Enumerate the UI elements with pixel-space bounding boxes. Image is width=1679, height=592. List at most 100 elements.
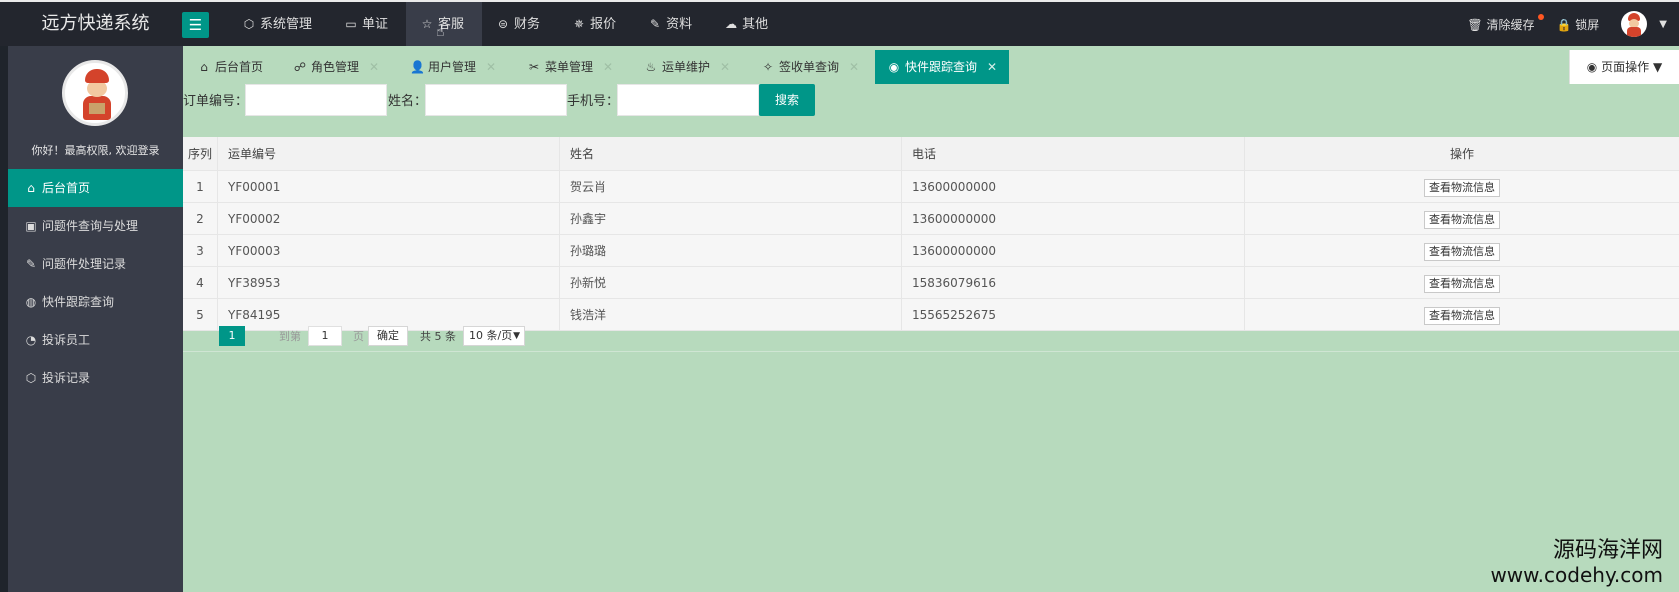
hamburger-icon: ☰: [188, 16, 203, 34]
close-icon[interactable]: ✕: [369, 60, 379, 74]
clear-cache-label: 清除缓存: [1486, 17, 1535, 32]
app-title: 远方快递系统: [41, 13, 150, 34]
notification-dot: [1537, 13, 1544, 20]
sidebar-item-problem-records[interactable]: ✎ 问题件处理记录: [8, 245, 183, 283]
cell-waybill: YF00003: [218, 235, 560, 266]
view-logistics-button[interactable]: 查看物流信息: [1424, 274, 1500, 293]
topnav-item-other[interactable]: ☁ 其他: [710, 2, 786, 46]
sidebar-item-complain-staff[interactable]: ◔ 投诉员工: [8, 321, 183, 359]
tab-label: 菜单管理: [545, 60, 594, 74]
top-nav: ⬡ 系统管理 ▭ 单证 ☆ 客服 ⊜ 财务 ✵ 报价 ✎ 资料 ☁ 其他: [228, 2, 786, 46]
tab-label: 签收单查询: [779, 60, 840, 74]
page-size-value: 10 条/页: [469, 329, 513, 342]
goto-suffix: 页: [353, 330, 364, 343]
cell-name: 孙新悦: [560, 267, 902, 298]
tab-waybill[interactable]: ♨ 运单维护 ✕: [644, 50, 730, 84]
tab-users[interactable]: 👤 用户管理 ✕: [410, 50, 496, 84]
phone-input[interactable]: [617, 84, 759, 116]
close-icon[interactable]: ✕: [486, 60, 496, 74]
table-row: 1 YF00001 贺云肖 13600000000 查看物流信息: [183, 171, 1679, 203]
top-bar: 远方快递系统 ☰ ⬡ 系统管理 ▭ 单证 ☆ 客服 ⊜ 财务 ✵ 报价 ✎ 资料 ☁ 其他 ☝…: [0, 0, 1679, 46]
book-icon: ▭: [345, 17, 357, 31]
view-logistics-button[interactable]: 查看物流信息: [1424, 242, 1500, 261]
cell-waybill: YF38953: [218, 267, 560, 298]
topnav-item-quote[interactable]: ✵ 报价: [558, 2, 634, 46]
side-menu: ⌂ 后台首页 ▣ 问题件查询与处理 ✎ 问题件处理记录 ◍ 快件跟踪查询 ◔ 投诉员工 ⬡…: [8, 169, 183, 397]
cell-phone: 15836079616: [902, 267, 1245, 298]
topnav-item-system[interactable]: ⬡ 系统管理: [228, 2, 330, 46]
page-size-select[interactable]: 10 条/页 ▼: [463, 326, 525, 346]
table-row: 2 YF00002 孙鑫宇 13600000000 查看物流信息: [183, 203, 1679, 235]
fire-icon: ♨: [645, 60, 657, 74]
search-button[interactable]: 搜索: [759, 84, 815, 116]
close-icon[interactable]: ✕: [849, 60, 859, 74]
globe-icon: ◍: [25, 295, 37, 309]
sidebar-item-label: 后台首页: [42, 181, 91, 195]
column-header-name: 姓名: [560, 137, 902, 170]
column-header-phone: 电话: [902, 137, 1245, 170]
cell-waybill: YF00001: [218, 171, 560, 202]
caret-down-icon: ▼: [513, 331, 520, 341]
sidebar-item-problem-query[interactable]: ▣ 问题件查询与处理: [8, 207, 183, 245]
tab-menus[interactable]: ✂ 菜单管理 ✕: [527, 50, 613, 84]
mouse-cursor-icon: ☝: [436, 24, 445, 40]
tab-tracking[interactable]: ◉ 快件跟踪查询 ✕: [875, 50, 1010, 84]
qrcode-icon: ▣: [25, 219, 37, 233]
sidebar: 你好！最高权限, 欢迎登录 ⌂ 后台首页 ▣ 问题件查询与处理 ✎ 问题件处理记录 ◍…: [8, 46, 183, 592]
view-logistics-button[interactable]: 查看物流信息: [1424, 210, 1500, 229]
name-input[interactable]: [425, 84, 567, 116]
lock-label: 锁屏: [1575, 17, 1600, 32]
github-icon: ◉: [888, 60, 900, 74]
cell-name: 孙璐璐: [560, 235, 902, 266]
welcome-text: 你好！最高权限, 欢迎登录: [31, 144, 160, 157]
trash-icon: 🗑: [1467, 17, 1483, 32]
tab-label: 用户管理: [428, 60, 477, 74]
tab-home[interactable]: ⌂ 后台首页: [197, 50, 263, 84]
topnav-item-finance[interactable]: ⊜ 财务: [482, 2, 558, 46]
menu-toggle-button[interactable]: ☰: [182, 12, 209, 38]
topnav-label: 系统管理: [260, 17, 313, 32]
close-icon[interactable]: ✕: [987, 60, 997, 74]
table-row: 3 YF00003 孙璐璐 13600000000 查看物流信息: [183, 235, 1679, 267]
view-logistics-button[interactable]: 查看物流信息: [1424, 178, 1500, 197]
topnav-label: 财务: [514, 17, 541, 32]
pagination: 1 到第 1 页 确定 共 5 条 10 条/页 ▼: [183, 318, 1679, 352]
tab-label: 后台首页: [215, 60, 264, 74]
user-avatar[interactable]: [1621, 11, 1648, 37]
home-icon: ⌂: [200, 60, 208, 74]
dollar-icon: ⊜: [498, 17, 509, 31]
goto-confirm-button[interactable]: 确定: [368, 326, 408, 346]
tools-icon: ✂: [528, 60, 540, 74]
sidebar-item-label: 快件跟踪查询: [42, 295, 115, 309]
tracking-table: 序列 运单编号 姓名 电话 操作 1 YF00001 贺云肖 136000000…: [183, 137, 1679, 331]
goto-page-input[interactable]: 1: [308, 326, 342, 346]
sidebar-item-tracking[interactable]: ◍ 快件跟踪查询: [8, 283, 183, 321]
page-number-current[interactable]: 1: [219, 326, 245, 346]
topnav-item-data[interactable]: ✎ 资料: [634, 2, 710, 46]
tab-receipt-query[interactable]: ✧ 签收单查询 ✕: [761, 50, 859, 84]
clear-cache-button[interactable]: 🗑 清除缓存: [1467, 13, 1544, 33]
page-operations-button[interactable]: ◉ 页面操作 ▼: [1569, 50, 1679, 84]
cube-icon: ⬡: [25, 371, 37, 385]
sidebar-item-home[interactable]: ⌂ 后台首页: [8, 169, 183, 207]
caret-down-icon: ▼: [1652, 60, 1663, 74]
cell-action: 查看物流信息: [1245, 235, 1679, 266]
chevron-down-icon[interactable]: ▼: [1659, 19, 1667, 30]
cell-action: 查看物流信息: [1245, 203, 1679, 234]
sidebar-item-label: 投诉记录: [42, 371, 91, 385]
sidebar-item-complaint-records[interactable]: ⬡ 投诉记录: [8, 359, 183, 397]
topnav-item-documents[interactable]: ▭ 单证: [330, 2, 406, 46]
cell-index: 3: [183, 235, 218, 266]
column-header-action: 操作: [1449, 147, 1474, 161]
order-no-input[interactable]: [245, 84, 387, 116]
page-ops-label: 页面操作: [1601, 60, 1650, 74]
lock-screen-button[interactable]: 🔒 锁屏: [1557, 16, 1600, 33]
close-icon[interactable]: ✕: [603, 60, 613, 74]
tab-roles[interactable]: ☍ 角色管理 ✕: [293, 50, 379, 84]
watermark: 源码海洋网 www.codehy.com: [1490, 538, 1663, 586]
cell-name: 孙鑫宇: [560, 203, 902, 234]
cell-index: 4: [183, 267, 218, 298]
search-form: 订单编号： 姓名： 手机号： 搜索: [183, 84, 1183, 118]
close-icon[interactable]: ✕: [720, 60, 730, 74]
table-row: 4 YF38953 孙新悦 15836079616 查看物流信息: [183, 267, 1679, 299]
